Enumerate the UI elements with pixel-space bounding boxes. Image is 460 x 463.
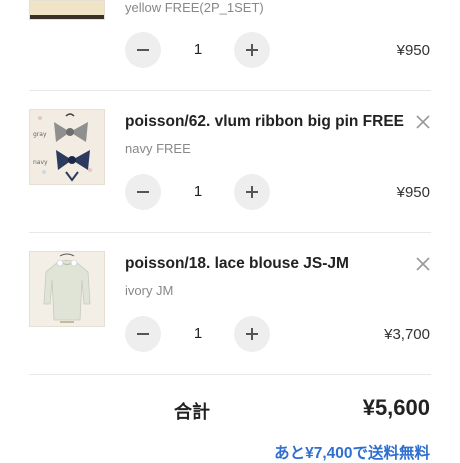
product-thumbnail[interactable] <box>29 0 105 20</box>
decrement-button[interactable] <box>125 32 161 68</box>
item-variant: yellow FREE(2P_1SET) <box>125 0 264 15</box>
minus-icon <box>137 49 149 51</box>
decrement-button[interactable] <box>125 174 161 210</box>
increment-button[interactable] <box>234 32 270 68</box>
product-thumbnail[interactable] <box>29 251 105 327</box>
item-title[interactable]: poisson/18. lace blouse JS-JM <box>125 255 349 273</box>
thumb-label: gray <box>33 131 47 138</box>
cart-item: gray navy poisson/62. vlum ribbon big pi… <box>0 91 460 232</box>
close-icon <box>416 257 430 271</box>
plus-icon <box>246 186 258 198</box>
minus-icon <box>137 191 149 193</box>
quantity-value: 1 <box>193 183 203 200</box>
close-icon <box>416 115 430 129</box>
decrement-button[interactable] <box>125 316 161 352</box>
item-variant: navy FREE <box>125 141 191 156</box>
product-thumbnail[interactable]: gray navy <box>29 109 105 185</box>
item-variant: ivory JM <box>125 283 174 298</box>
total-label: 合計 <box>174 402 210 422</box>
total-value: ¥5,600 <box>362 395 430 420</box>
item-title[interactable]: poisson/62. vlum ribbon big pin FREE <box>125 113 404 131</box>
plus-icon <box>246 328 258 340</box>
item-price: ¥950 <box>396 42 430 59</box>
cart-item: yellow FREE(2P_1SET) 1 ¥950 <box>0 0 460 90</box>
minus-icon <box>137 333 149 335</box>
quantity-value: 1 <box>193 325 203 342</box>
remove-item-button[interactable] <box>414 113 432 131</box>
increment-button[interactable] <box>234 316 270 352</box>
item-price: ¥950 <box>396 184 430 201</box>
plus-icon <box>246 44 258 56</box>
quantity-value: 1 <box>193 41 203 58</box>
divider <box>29 374 431 375</box>
increment-button[interactable] <box>234 174 270 210</box>
thumb-label: navy <box>33 159 48 166</box>
cart-item: poisson/18. lace blouse JS-JM ivory JM 1… <box>0 233 460 374</box>
remove-item-button[interactable] <box>414 255 432 273</box>
item-price: ¥3,700 <box>384 326 430 343</box>
